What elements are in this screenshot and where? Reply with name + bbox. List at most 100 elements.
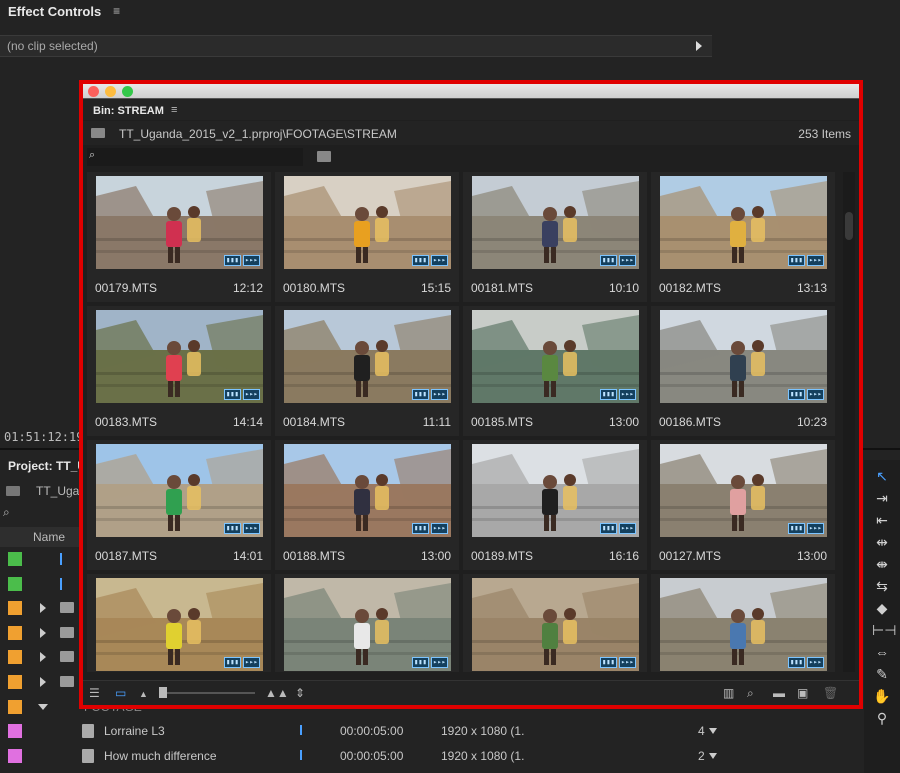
clip-thumbnail[interactable]: ▮▮▮ ▸▸▸ — [284, 176, 451, 269]
clip-thumbnail[interactable]: ▮▮▮ ▸▸▸ — [660, 444, 827, 537]
clip-thumbnail[interactable]: ▮▮▮ ▸▸▸ — [472, 310, 639, 403]
bin-search-input[interactable]: ⌕ — [87, 148, 303, 166]
selection-icon[interactable]: ↖ — [872, 466, 892, 486]
label-color-swatch[interactable] — [8, 576, 22, 591]
new-bin-icon[interactable]: ▬ — [773, 686, 785, 700]
window-titlebar[interactable] — [83, 84, 859, 98]
zoom-in-icon[interactable]: ▲▲ — [265, 686, 289, 700]
sort-icon[interactable]: ⇕ — [295, 686, 305, 700]
track-arrow-icon[interactable]: ⇆ — [872, 576, 892, 596]
expand-triangle-icon[interactable] — [40, 677, 46, 687]
label-color-swatch[interactable] — [8, 625, 22, 640]
bin-title[interactable]: Bin: STREAM — [93, 105, 164, 117]
clip-thumbnail[interactable]: ▮▮▮ ▸▸▸ — [660, 176, 827, 269]
label-color-swatch[interactable] — [8, 748, 22, 763]
clip-name[interactable]: 00181.MTS — [471, 281, 533, 295]
close-window-icon[interactable] — [88, 86, 99, 97]
label-color-swatch[interactable] — [8, 650, 22, 665]
clip-tile[interactable]: ▮▮▮ ▸▸▸ 00127.MTS 13:00 — [651, 440, 835, 570]
slide-icon[interactable]: ⇔ — [872, 642, 892, 662]
clip-thumbnail[interactable]: ▮▮▮ ▸▸▸ — [472, 176, 639, 269]
parent-folder-icon[interactable] — [91, 128, 105, 138]
zoom-out-icon[interactable]: ▲ — [139, 689, 148, 699]
trash-icon[interactable]: 🗑 — [823, 686, 838, 700]
clip-thumbnail[interactable]: ▮▮▮ ▸▸▸ — [96, 176, 263, 269]
zoom-slider-knob[interactable] — [159, 687, 167, 698]
clip-thumbnail[interactable]: ▮▮▮ ▸▸▸ — [284, 578, 451, 671]
clip-thumbnail[interactable]: ▮▮▮ ▸▸▸ — [472, 578, 639, 671]
clip-name[interactable]: 00186.MTS — [659, 415, 721, 429]
expand-triangle-icon[interactable] — [40, 627, 46, 638]
project-panel-title[interactable]: Project: TT_U — [8, 459, 86, 473]
collapse-triangle-icon[interactable] — [38, 703, 48, 710]
new-item-icon[interactable]: ▣ — [797, 686, 808, 700]
project-row[interactable]: How much difference 00:00:05:00 1920 x 108… — [0, 744, 860, 768]
clip-thumbnail[interactable]: ▮▮▮ ▸▸▸ — [660, 578, 827, 671]
expand-arrow-icon[interactable] — [696, 41, 702, 51]
clip-name[interactable]: 00182.MTS — [659, 281, 721, 295]
icon-view-icon[interactable]: ▭ — [115, 686, 126, 700]
label-color-swatch[interactable] — [8, 724, 22, 739]
rate-stretch-icon[interactable]: ⇼ — [872, 554, 892, 574]
clip-tile[interactable]: ▮▮▮ ▸▸▸ 00179.MTS 12:12 — [87, 172, 271, 302]
clip-tile[interactable]: ▮▮▮ ▸▸▸ 00184.MTS 11:11 — [275, 306, 459, 436]
usage-dropdown-icon[interactable] — [709, 752, 717, 759]
clip-tile[interactable]: ▮▮▮ ▸▸▸ — [87, 574, 271, 672]
label-color-swatch[interactable] — [8, 699, 22, 714]
label-color-swatch[interactable] — [8, 552, 22, 566]
clip-thumbnail[interactable]: ▮▮▮ ▸▸▸ — [284, 310, 451, 403]
clip-thumbnail[interactable]: ▮▮▮ ▸▸▸ — [96, 578, 263, 671]
clip-tile[interactable]: ▮▮▮ ▸▸▸ 00181.MTS 10:10 — [463, 172, 647, 302]
slip-icon[interactable]: ⊢⊣ — [872, 620, 896, 640]
clip-name[interactable]: 00184.MTS — [283, 415, 345, 429]
clip-tile[interactable]: ▮▮▮ ▸▸▸ — [275, 574, 459, 672]
clip-tile[interactable]: ▮▮▮ ▸▸▸ 00188.MTS 13:00 — [275, 440, 459, 570]
hand-icon[interactable]: ✋ — [872, 686, 892, 706]
zoom-slider-track[interactable] — [163, 692, 255, 694]
clip-name[interactable]: 00127.MTS — [659, 549, 721, 563]
clip-tile[interactable]: ▮▮▮ ▸▸▸ — [651, 574, 835, 672]
zoom-icon[interactable]: ⚲ — [872, 708, 892, 728]
clip-tile[interactable]: ▮▮▮ ▸▸▸ 00183.MTS 14:14 — [87, 306, 271, 436]
label-color-swatch[interactable] — [8, 675, 22, 689]
scrollbar-thumb[interactable] — [845, 212, 853, 240]
search-icon[interactable]: ⌕ — [3, 505, 10, 520]
clip-thumbnail[interactable]: ▮▮▮ ▸▸▸ — [472, 444, 639, 537]
expand-triangle-icon[interactable] — [40, 603, 46, 614]
razor-icon[interactable]: ◆ — [872, 598, 892, 618]
clip-tile[interactable]: ▮▮▮ ▸▸▸ 00185.MTS 13:00 — [463, 306, 647, 436]
find-icon[interactable]: ⌕ — [747, 686, 754, 701]
clip-tile[interactable]: ▮▮▮ ▸▸▸ — [463, 574, 647, 672]
find-bin-icon[interactable] — [317, 151, 331, 162]
clip-name[interactable]: 00185.MTS — [471, 415, 533, 429]
automate-to-sequence-icon[interactable]: ▥ — [723, 686, 734, 700]
panel-menu-icon[interactable]: ≡ — [113, 4, 120, 18]
clip-tile[interactable]: ▮▮▮ ▸▸▸ 00189.MTS 16:16 — [463, 440, 647, 570]
project-row[interactable]: Lorraine L3 00:00:05:00 1920 x 1080 (1. 4 — [0, 719, 860, 743]
maximize-window-icon[interactable] — [122, 86, 133, 97]
usage-dropdown-icon[interactable] — [709, 728, 717, 735]
label-color-swatch[interactable] — [8, 601, 22, 616]
track-select-icon[interactable]: ⇥ — [872, 488, 892, 508]
clip-name[interactable]: 00189.MTS — [471, 549, 533, 563]
clip-thumbnail[interactable]: ▮▮▮ ▸▸▸ — [96, 310, 263, 403]
clip-tile[interactable]: ▮▮▮ ▸▸▸ 00186.MTS 10:23 — [651, 306, 835, 436]
effect-controls-timecode[interactable]: 01:51:12:19 — [4, 430, 83, 444]
clip-thumbnail[interactable]: ▮▮▮ ▸▸▸ — [284, 444, 451, 537]
expand-triangle-icon[interactable] — [40, 652, 46, 663]
clip-tile[interactable]: ▮▮▮ ▸▸▸ 00187.MTS 14:01 — [87, 440, 271, 570]
clip-name[interactable]: 00179.MTS — [95, 281, 157, 295]
effect-controls-title[interactable]: Effect Controls — [8, 4, 101, 19]
ripple-edit-icon[interactable]: ⇤ — [872, 510, 892, 530]
clip-tile[interactable]: ▮▮▮ ▸▸▸ 00182.MTS 13:13 — [651, 172, 835, 302]
minimize-window-icon[interactable] — [105, 86, 116, 97]
clip-thumbnail[interactable]: ▮▮▮ ▸▸▸ — [96, 444, 263, 537]
clip-name[interactable]: 00183.MTS — [95, 415, 157, 429]
clip-thumbnail[interactable]: ▮▮▮ ▸▸▸ — [660, 310, 827, 403]
bin-menu-icon[interactable]: ≡ — [171, 104, 177, 116]
clip-tile[interactable]: ▮▮▮ ▸▸▸ 00180.MTS 15:15 — [275, 172, 459, 302]
clip-name[interactable]: 00188.MTS — [283, 549, 345, 563]
clip-name[interactable]: 00180.MTS — [283, 281, 345, 295]
list-view-icon[interactable]: ☰ — [89, 686, 100, 700]
vertical-scrollbar[interactable] — [843, 172, 855, 672]
